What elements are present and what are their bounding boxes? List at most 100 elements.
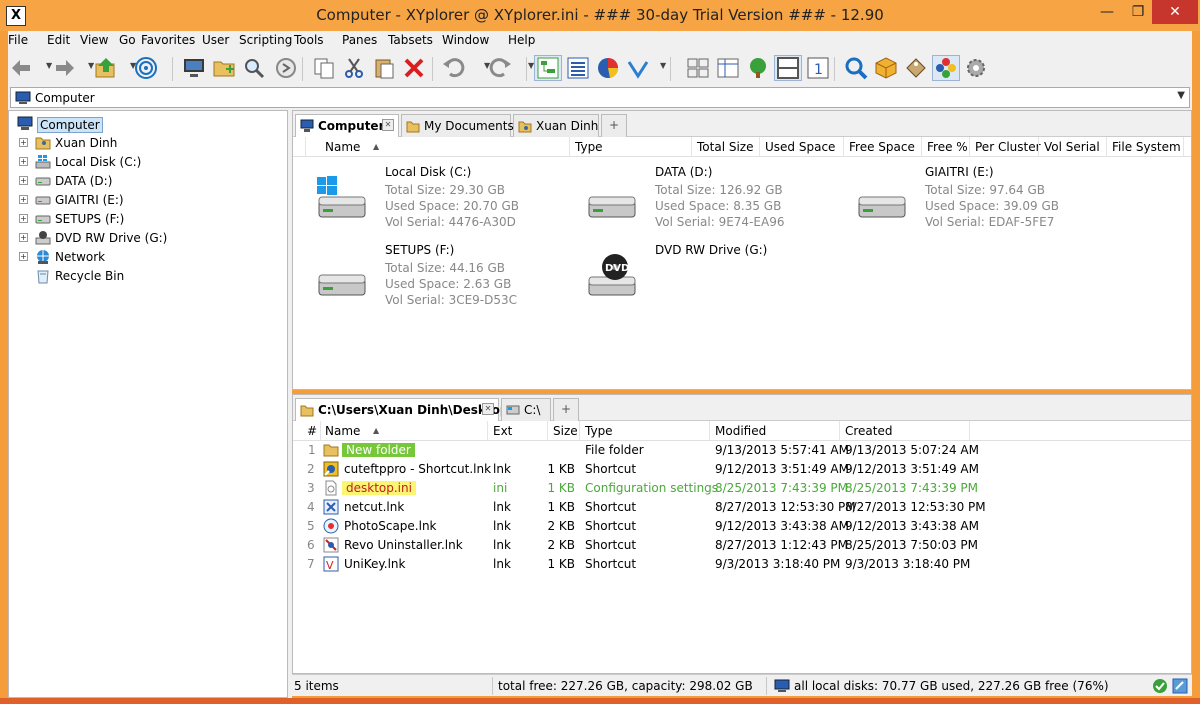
expand-icon[interactable]: + (19, 138, 28, 147)
panes-button[interactable] (684, 55, 712, 81)
forward-button[interactable] (50, 55, 78, 81)
tab-2[interactable]: C:\ (501, 398, 551, 421)
target-button[interactable] (132, 55, 160, 81)
menu-item-favorites[interactable]: Favorites (141, 33, 195, 47)
column-header-file-system[interactable]: File System (1112, 140, 1181, 154)
tab-3[interactable]: Xuan Dinh (513, 114, 599, 137)
column-header-used-space[interactable]: Used Space (765, 140, 835, 154)
expand-icon[interactable]: + (19, 176, 28, 185)
single-pane-button[interactable]: 1 (804, 55, 832, 81)
panel-toggle-icon[interactable] (1172, 678, 1188, 694)
tab-1[interactable]: C:\Users\Xuan Dinh\Desktop ✕ (295, 398, 508, 422)
settings-button[interactable] (962, 55, 990, 81)
address-input[interactable]: Computer ▼ (10, 87, 1190, 108)
table-row[interactable]: 5 PhotoScape.lnk lnk 2 KB Shortcut 9/12/2013 … (293, 517, 1191, 536)
menu-item-window[interactable]: Window (442, 33, 489, 47)
delete-button[interactable] (400, 55, 428, 81)
chevron-down-icon[interactable]: ▼ (660, 61, 666, 70)
table-row[interactable]: 3 desktop.ini ini 1 KB Configuration setting… (293, 479, 1191, 498)
new-tab-button[interactable]: + (601, 114, 627, 137)
menu-item-user[interactable]: User (202, 33, 229, 47)
expand-icon[interactable]: + (19, 157, 28, 166)
tree-item[interactable]: Recycle Bin (9, 267, 287, 285)
redo-button[interactable] (486, 55, 514, 81)
drive-item[interactable]: DATA (D:) Total Size: 126.92 GB Used Space… (575, 165, 835, 243)
folder-tree[interactable]: Computer + Xuan Dinh + Local Disk (C:) + DATA … (8, 110, 288, 698)
tab-2[interactable]: My Documents (401, 114, 514, 137)
drive-item[interactable]: GIAITRI (E:) Total Size: 97.64 GB Used Spa… (845, 165, 1105, 243)
table-row[interactable]: 7 V UniKey.lnk lnk 1 KB Shortcut 9/3/2013 3:18… (293, 555, 1191, 574)
tree-item[interactable]: + DATA (D:) (9, 172, 287, 190)
back-button[interactable] (8, 55, 36, 81)
close-icon[interactable]: ✕ (482, 403, 494, 415)
expand-icon[interactable]: + (19, 233, 28, 242)
file-name[interactable]: netcut.lnk (344, 500, 404, 514)
tree-item[interactable]: + Network (9, 248, 287, 266)
menu-item-scripting[interactable]: Scripting (239, 33, 292, 47)
chevron-down-icon[interactable]: ▼ (88, 61, 94, 70)
file-name[interactable]: PhotoScape.lnk (344, 519, 437, 533)
table-row[interactable]: 4 netcut.lnk lnk 1 KB Shortcut 8/27/2013 12:5… (293, 498, 1191, 517)
pie-chart-button[interactable] (594, 55, 622, 81)
file-name[interactable]: cuteftppro - Shortcut.lnk (344, 462, 491, 476)
tree-view-button[interactable] (534, 55, 562, 81)
check-button[interactable] (624, 55, 652, 81)
up-folder-button[interactable] (92, 55, 120, 81)
tree-item[interactable]: + GIAITRI (E:) (9, 191, 287, 209)
close-button[interactable]: ✕ (1152, 0, 1198, 24)
menu-item-go[interactable]: Go (119, 33, 136, 47)
menu-item-panes[interactable]: Panes (342, 33, 377, 47)
menu-item-view[interactable]: View (80, 33, 108, 47)
file-name[interactable]: desktop.ini (342, 481, 416, 495)
new-tab-button[interactable]: + (553, 398, 579, 421)
tree-item-computer[interactable]: Computer (9, 115, 287, 133)
drive-item[interactable]: Local Disk (C:) Total Size: 29.30 GB Used … (305, 165, 565, 243)
file-name[interactable]: Revo Uninstaller.lnk (344, 538, 463, 552)
close-icon[interactable]: ✕ (382, 119, 394, 131)
computer-button[interactable] (180, 55, 208, 81)
new-folder-button[interactable] (210, 55, 238, 81)
column-header-number[interactable]: # (307, 424, 317, 438)
tag-button[interactable] (902, 55, 930, 81)
expand-icon[interactable]: + (19, 195, 28, 204)
list-view-button[interactable] (564, 55, 592, 81)
tree-item[interactable]: + Xuan Dinh (9, 134, 287, 152)
colors-button[interactable] (932, 55, 960, 81)
column-header-created[interactable]: Created (845, 424, 893, 438)
search-button[interactable] (842, 55, 870, 81)
column-header-per-cluster[interactable]: Per Cluster (975, 140, 1041, 154)
tree-item[interactable]: + DVD RW Drive (G:) (9, 229, 287, 247)
column-header-total-size[interactable]: Total Size (697, 140, 753, 154)
file-name[interactable]: UniKey.lnk (344, 557, 405, 571)
column-header-size[interactable]: Size (553, 424, 578, 438)
ok-icon[interactable] (1152, 678, 1168, 694)
menu-item-edit[interactable]: Edit (47, 33, 70, 47)
dual-pane-button[interactable] (774, 55, 802, 81)
table-row[interactable]: 6 Revo Uninstaller.lnk lnk 2 KB Shortcut 8/27… (293, 536, 1191, 555)
tree-button[interactable] (744, 55, 772, 81)
find-button[interactable] (240, 55, 268, 81)
chevron-down-icon[interactable]: ▼ (1177, 90, 1185, 101)
column-header-ext[interactable]: Ext (493, 424, 512, 438)
table-row[interactable]: 1 New folder File folder 9/13/2013 5:57:41 … (293, 441, 1191, 460)
column-header-type[interactable]: Type (585, 424, 613, 438)
paste-button[interactable] (370, 55, 398, 81)
column-header-name[interactable]: Name (325, 140, 360, 154)
undo-button[interactable] (440, 55, 468, 81)
cut-button[interactable] (340, 55, 368, 81)
title-bar[interactable]: X Computer - XYplorer @ XYplorer.ini - #… (0, 0, 1200, 31)
drive-item[interactable]: SETUPS (F:) Total Size: 44.16 GB Used Spac… (305, 243, 565, 321)
minimize-button[interactable]: — (1090, 0, 1124, 24)
details-button[interactable] (714, 55, 742, 81)
box-button[interactable] (872, 55, 900, 81)
tab-1[interactable]: Computer ✕ (295, 114, 399, 138)
menu-item-tabsets[interactable]: Tabsets (388, 33, 433, 47)
maximize-button[interactable]: ❐ (1124, 0, 1152, 24)
drive-item[interactable]: DVD DVD RW Drive (G:) (575, 243, 835, 321)
menu-item-tools[interactable]: Tools (294, 33, 324, 47)
refresh-button[interactable] (272, 55, 300, 81)
chevron-down-icon[interactable]: ▼ (130, 61, 136, 70)
chevron-down-icon[interactable]: ▼ (46, 61, 52, 70)
column-header-type[interactable]: Type (575, 140, 603, 154)
expand-icon[interactable]: + (19, 252, 28, 261)
